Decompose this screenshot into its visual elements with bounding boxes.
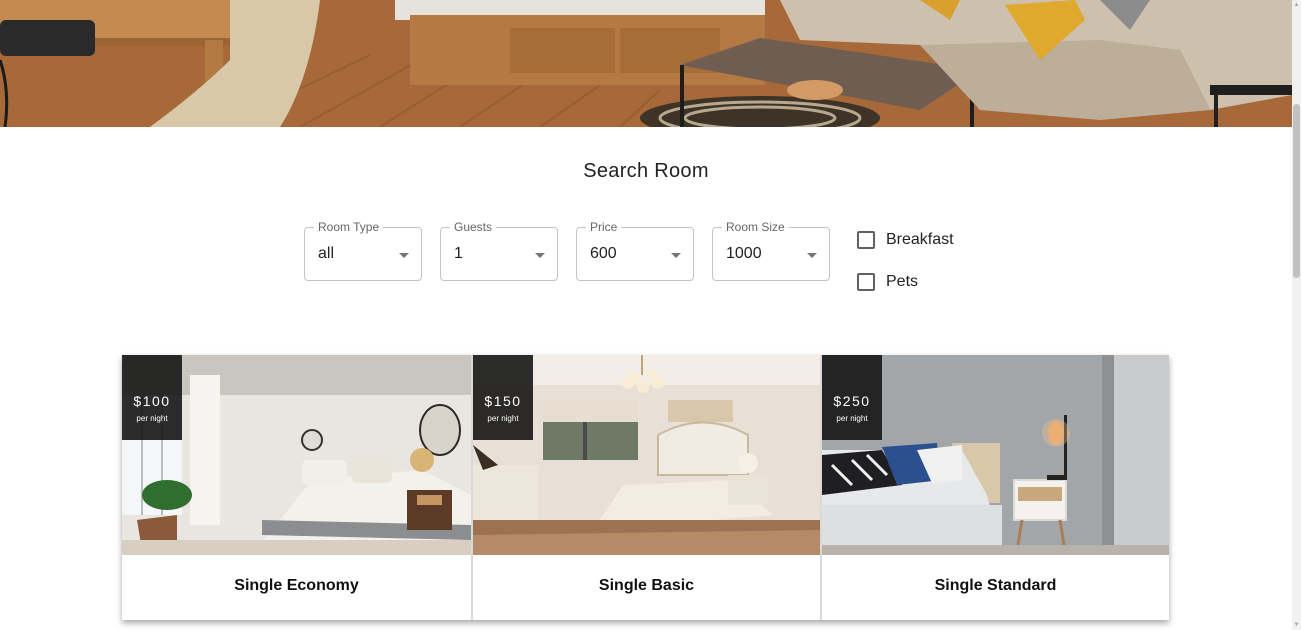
room-size-value: 1000 [726,245,762,262]
chevron-down-icon[interactable] [399,253,409,258]
room-list: $100 per night Single Economy $150 per n… [122,355,1169,620]
room-name[interactable]: Single Standard [822,577,1169,595]
price-label: Price [586,220,622,234]
checkbox-unchecked-icon[interactable] [857,231,875,249]
breakfast-label[interactable]: Breakfast [886,231,954,249]
price-unit: per night [836,414,868,423]
price-tag: $100 per night [122,355,182,440]
hero-image [0,0,1292,127]
search-title: Search Room [583,160,709,182]
price-value: 600 [590,245,617,262]
room-card-single-basic[interactable]: $150 per night Single Basic [471,355,820,620]
price-amount: $150 [484,393,522,409]
room-type-value: all [318,245,335,262]
price-unit: per night [136,414,168,423]
pets-label[interactable]: Pets [886,273,918,291]
guests-value: 1 [454,245,463,262]
price-amount: $250 [833,393,871,409]
page-scrollbar[interactable]: ▲ ▼ [1292,0,1301,630]
pets-checkbox-row[interactable]: Pets [857,271,918,293]
room-size-label: Room Size [722,220,789,234]
room-type-label: Room Type [314,220,384,234]
guests-label: Guests [450,220,497,234]
room-name[interactable]: Single Basic [473,577,820,595]
chevron-down-icon[interactable] [671,253,681,258]
guests-select[interactable]: Guests 1 [440,220,558,281]
scroll-down-icon[interactable]: ▼ [1292,620,1301,630]
room-size-select[interactable]: Room Size 1000 [712,220,830,281]
room-card-single-standard[interactable]: $250 per night Single Standard [820,355,1169,620]
scroll-up-icon[interactable]: ▲ [1292,0,1301,10]
price-select[interactable]: Price 600 [576,220,694,281]
chevron-down-icon[interactable] [807,253,817,258]
checkbox-unchecked-icon[interactable] [857,273,875,291]
room-name[interactable]: Single Economy [122,577,471,595]
breakfast-checkbox-row[interactable]: Breakfast [857,229,954,251]
room-card-single-economy[interactable]: $100 per night Single Economy [122,355,471,620]
chevron-down-icon[interactable] [535,253,545,258]
room-type-select[interactable]: Room Type all [304,220,422,281]
price-unit: per night [487,414,519,423]
price-tag: $150 per night [473,355,533,440]
scroll-thumb[interactable] [1293,104,1300,278]
price-tag: $250 per night [822,355,882,440]
price-amount: $100 [133,393,171,409]
